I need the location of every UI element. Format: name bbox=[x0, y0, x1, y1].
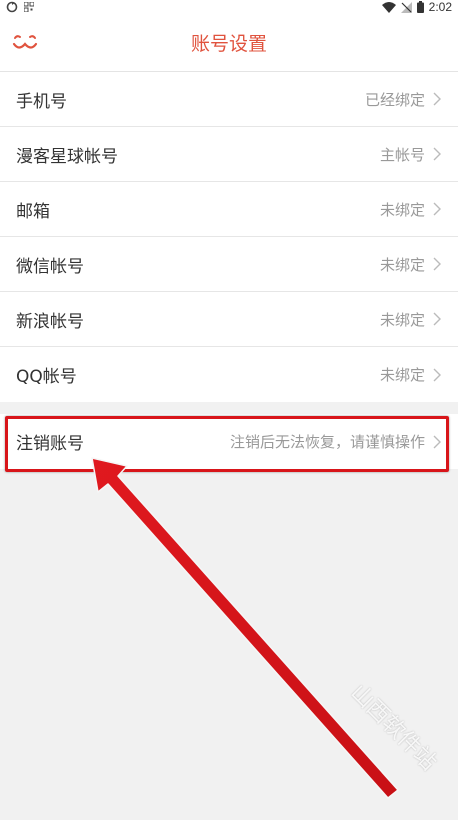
row-label: 手机号 bbox=[16, 91, 67, 112]
battery-icon bbox=[416, 1, 424, 13]
status-time: 2:02 bbox=[428, 0, 452, 14]
account-list: 手机号 已经绑定 漫客星球帐号 主帐号 邮箱 未绑定 微信帐号 未绑定 新浪帐号… bbox=[0, 72, 458, 402]
row-value: 未绑定 bbox=[379, 200, 425, 219]
highlight-box bbox=[5, 416, 449, 472]
row-label: 漫客星球帐号 bbox=[16, 146, 118, 167]
row-value: 未绑定 bbox=[379, 310, 425, 329]
qr-code-icon bbox=[24, 2, 34, 12]
chevron-right-icon bbox=[433, 368, 441, 381]
row-label: 新浪帐号 bbox=[16, 311, 84, 332]
chevron-right-icon bbox=[433, 92, 441, 106]
no-signal-icon bbox=[400, 1, 412, 13]
watermark: 山西软件站 bbox=[345, 680, 441, 776]
row-label: 微信帐号 bbox=[16, 256, 84, 277]
row-label: QQ帐号 bbox=[16, 367, 77, 387]
app-bar: 账号设置 bbox=[0, 16, 458, 72]
row-wechat[interactable]: 微信帐号 未绑定 bbox=[0, 237, 458, 292]
chevron-right-icon bbox=[433, 202, 441, 216]
chevron-right-icon bbox=[433, 257, 441, 271]
row-label: 邮箱 bbox=[16, 201, 50, 222]
row-weibo[interactable]: 新浪帐号 未绑定 bbox=[0, 292, 458, 347]
row-mkxq-account[interactable]: 漫客星球帐号 主帐号 bbox=[0, 127, 458, 182]
row-phone[interactable]: 手机号 已经绑定 bbox=[0, 72, 458, 127]
status-bar: 2:02 bbox=[0, 0, 458, 16]
row-value: 已经绑定 bbox=[364, 90, 425, 109]
wifi-icon bbox=[381, 1, 396, 13]
row-email[interactable]: 邮箱 未绑定 bbox=[0, 182, 458, 237]
row-value: 未绑定 bbox=[379, 366, 425, 384]
row-qq[interactable]: QQ帐号 未绑定 bbox=[0, 347, 458, 402]
sync-icon bbox=[6, 1, 18, 13]
row-value: 主帐号 bbox=[379, 145, 425, 164]
chevron-right-icon bbox=[433, 147, 441, 161]
chevron-right-icon bbox=[433, 312, 441, 326]
page-title: 账号设置 bbox=[190, 33, 267, 55]
row-value: 未绑定 bbox=[379, 255, 425, 274]
